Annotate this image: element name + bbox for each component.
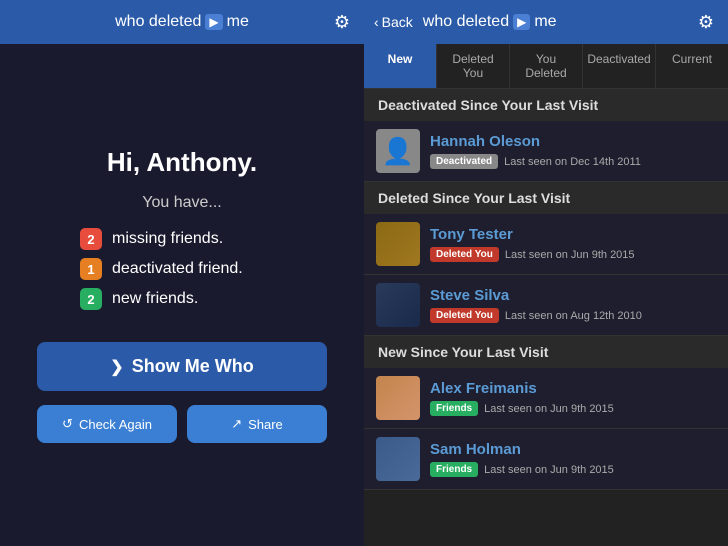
right-title-part2: me bbox=[534, 13, 556, 31]
status-sam: Friends bbox=[430, 462, 478, 477]
tab-new[interactable]: New bbox=[364, 44, 437, 88]
last-seen-sam: Last seen on Jun 9th 2015 bbox=[484, 464, 614, 476]
bottom-buttons: ↺ Check Again ↗ Share bbox=[37, 405, 327, 443]
tab-deleted-you[interactable]: Deleted You bbox=[437, 44, 510, 88]
you-have-text: You have... bbox=[142, 194, 221, 212]
meta-tony: Deleted You Last seen on Jun 9th 2015 bbox=[430, 247, 635, 262]
last-seen-alex: Last seen on Jun 9th 2015 bbox=[484, 403, 614, 415]
person-info-tony: Tony Tester Deleted You Last seen on Jun… bbox=[430, 226, 635, 262]
avatar-steve bbox=[376, 283, 420, 327]
share-button[interactable]: ↗ Share bbox=[187, 405, 327, 443]
status-hannah: Deactivated bbox=[430, 154, 498, 169]
back-label: Back bbox=[382, 14, 413, 30]
stat-missing: 2 missing friends. bbox=[80, 228, 243, 250]
avatar-tony bbox=[376, 222, 420, 266]
back-button[interactable]: ‹ Back bbox=[374, 14, 413, 30]
tab-you-deleted[interactable]: You Deleted bbox=[510, 44, 583, 88]
right-content: Deactivated Since Your Last Visit 👤 Hann… bbox=[364, 89, 728, 546]
share-label: Share bbox=[248, 417, 283, 432]
title-part1: who deleted bbox=[115, 13, 201, 31]
last-seen-tony: Last seen on Jun 9th 2015 bbox=[505, 249, 635, 261]
label-missing: missing friends. bbox=[112, 230, 223, 248]
tab-current[interactable]: Current bbox=[656, 44, 728, 88]
person-placeholder-icon: 👤 bbox=[382, 136, 414, 167]
check-again-button[interactable]: ↺ Check Again bbox=[37, 405, 177, 443]
left-header: who deleted ▶ me ⚙ bbox=[0, 0, 364, 44]
person-alex: Alex Freimanis Friends Last seen on Jun … bbox=[364, 368, 728, 429]
person-tony: Tony Tester Deleted You Last seen on Jun… bbox=[364, 214, 728, 275]
section-new-header: New Since Your Last Visit bbox=[364, 336, 728, 368]
left-panel: who deleted ▶ me ⚙ Hi, Anthony. You have… bbox=[0, 0, 364, 546]
meta-steve: Deleted You Last seen on Aug 12th 2010 bbox=[430, 308, 642, 323]
gear-icon[interactable]: ⚙ bbox=[334, 12, 350, 33]
app-title-right: who deleted ▶ me bbox=[423, 13, 557, 31]
title-part2: me bbox=[227, 13, 249, 31]
badge-missing: 2 bbox=[80, 228, 102, 250]
last-seen-hannah: Last seen on Dec 14th 2011 bbox=[504, 156, 641, 168]
show-me-label: Show Me Who bbox=[132, 356, 254, 377]
person-steve: Steve Silva Deleted You Last seen on Aug… bbox=[364, 275, 728, 336]
meta-hannah: Deactivated Last seen on Dec 14th 2011 bbox=[430, 154, 641, 169]
right-panel: ‹ Back who deleted ▶ me ⚙ New Deleted Yo… bbox=[364, 0, 728, 546]
status-tony: Deleted You bbox=[430, 247, 499, 262]
person-info-sam: Sam Holman Friends Last seen on Jun 9th … bbox=[430, 441, 614, 477]
person-info-steve: Steve Silva Deleted You Last seen on Aug… bbox=[430, 287, 642, 323]
share-icon: ↗ bbox=[231, 416, 242, 432]
left-content: Hi, Anthony. You have... 2 missing frien… bbox=[0, 44, 364, 546]
stats-list: 2 missing friends. 1 deactivated friend.… bbox=[80, 228, 243, 310]
tab-deactivated[interactable]: Deactivated bbox=[583, 44, 656, 88]
greeting-text: Hi, Anthony. bbox=[107, 147, 257, 178]
app-title-left: who deleted ▶ me bbox=[115, 13, 249, 31]
name-alex: Alex Freimanis bbox=[430, 380, 614, 397]
badge-deactivated: 1 bbox=[80, 258, 102, 280]
name-tony: Tony Tester bbox=[430, 226, 635, 243]
status-steve: Deleted You bbox=[430, 308, 499, 323]
avatar-sam bbox=[376, 437, 420, 481]
check-again-label: Check Again bbox=[79, 417, 152, 432]
avatar-hannah: 👤 bbox=[376, 129, 420, 173]
avatar-alex bbox=[376, 376, 420, 420]
person-info-alex: Alex Freimanis Friends Last seen on Jun … bbox=[430, 380, 614, 416]
stat-new: 2 new friends. bbox=[80, 288, 243, 310]
name-steve: Steve Silva bbox=[430, 287, 642, 304]
name-sam: Sam Holman bbox=[430, 441, 614, 458]
label-new: new friends. bbox=[112, 290, 198, 308]
title-arrow: ▶ bbox=[205, 14, 222, 30]
back-chevron-icon: ‹ bbox=[374, 14, 379, 30]
right-gear-icon[interactable]: ⚙ bbox=[698, 12, 714, 33]
right-title-part1: who deleted bbox=[423, 13, 509, 31]
chevron-icon: ❯ bbox=[110, 357, 123, 377]
name-hannah: Hannah Oleson bbox=[430, 133, 641, 150]
meta-alex: Friends Last seen on Jun 9th 2015 bbox=[430, 401, 614, 416]
refresh-icon: ↺ bbox=[62, 416, 73, 432]
section-deactivated-header: Deactivated Since Your Last Visit bbox=[364, 89, 728, 121]
label-deactivated: deactivated friend. bbox=[112, 260, 243, 278]
person-info-hannah: Hannah Oleson Deactivated Last seen on D… bbox=[430, 133, 641, 169]
badge-new: 2 bbox=[80, 288, 102, 310]
status-alex: Friends bbox=[430, 401, 478, 416]
person-sam: Sam Holman Friends Last seen on Jun 9th … bbox=[364, 429, 728, 490]
section-deleted-header: Deleted Since Your Last Visit bbox=[364, 182, 728, 214]
person-hannah: 👤 Hannah Oleson Deactivated Last seen on… bbox=[364, 121, 728, 182]
last-seen-steve: Last seen on Aug 12th 2010 bbox=[505, 310, 642, 322]
tab-bar: New Deleted You You Deleted Deactivated … bbox=[364, 44, 728, 89]
right-header: ‹ Back who deleted ▶ me ⚙ bbox=[364, 0, 728, 44]
right-title-arrow: ▶ bbox=[513, 14, 530, 30]
show-me-who-button[interactable]: ❯ Show Me Who bbox=[37, 342, 327, 391]
stat-deactivated: 1 deactivated friend. bbox=[80, 258, 243, 280]
meta-sam: Friends Last seen on Jun 9th 2015 bbox=[430, 462, 614, 477]
